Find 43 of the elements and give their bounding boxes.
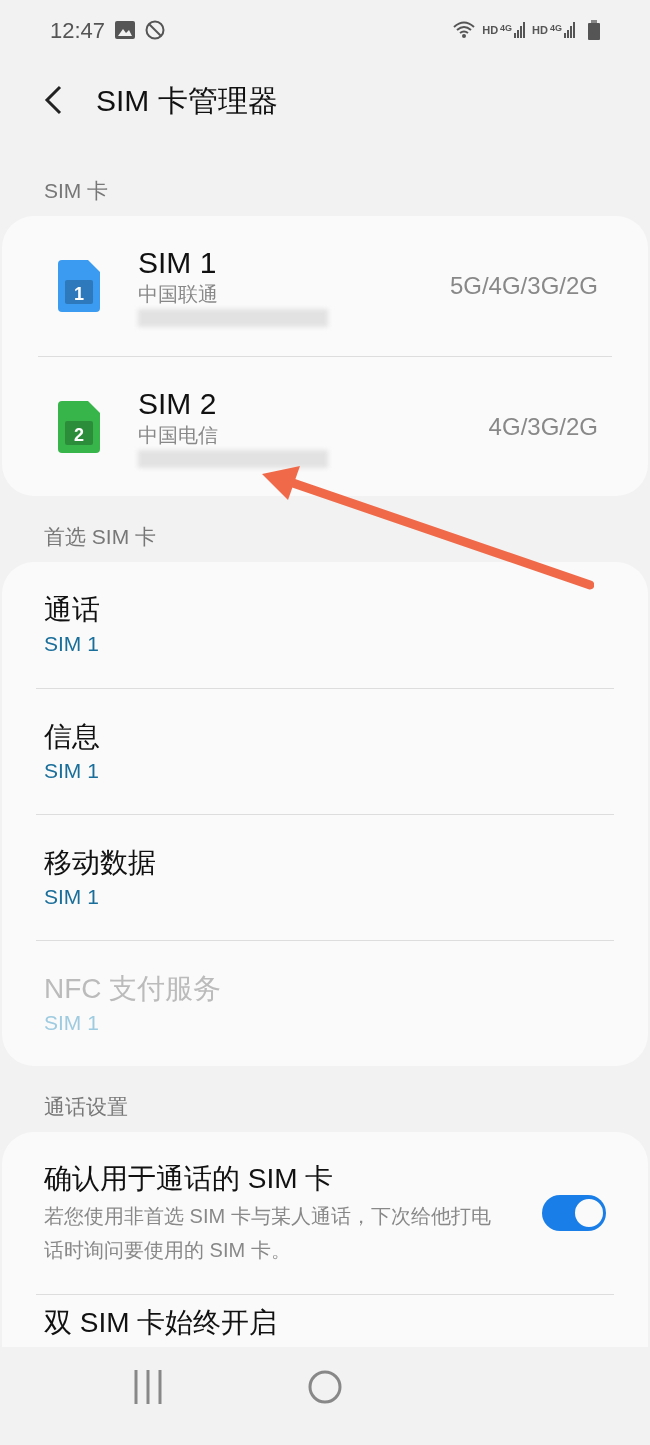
preference-value: SIM 1 [44, 883, 100, 910]
sim-card-icon: 2 [58, 400, 100, 453]
home-icon[interactable] [308, 1370, 342, 1404]
preference-value: SIM 1 [44, 757, 100, 784]
section-heading: SIM 卡 [44, 177, 109, 204]
sim-card-icon: 1 [58, 260, 100, 312]
toggle-switch[interactable] [542, 1195, 606, 1231]
preference-label: 移动数据 [44, 845, 157, 880]
sim-name: SIM 2 [138, 385, 218, 422]
hd-label: HD [482, 22, 499, 38]
wifi-icon [452, 20, 477, 40]
preference-value: SIM 1 [44, 631, 100, 657]
sim-card-row[interactable]: 1 SIM 1 中国联通 5G/4G/3G/2G [38, 216, 612, 356]
network-label: 4G [550, 21, 562, 35]
setting-title: 双 SIM 卡始终开启 [44, 1306, 279, 1340]
sim-name: SIM 1 [138, 245, 218, 281]
carrier-name: 中国联通 [138, 282, 219, 307]
back-icon[interactable] [44, 85, 62, 115]
network-types: 5G/4G/3G/2G [449, 271, 599, 301]
network-label: 4G [500, 21, 513, 35]
section-heading: 通话设置 [44, 1093, 128, 1120]
sim-card-row[interactable]: 2 SIM 2 中国电信 4G/3G/2G [38, 356, 612, 496]
setting-description: 若您使用非首选 SIM 卡与某人通话，下次给他打电话时询问要使用的 SIM 卡。 [44, 1204, 492, 1263]
network-types: 4G/3G/2G [488, 411, 599, 442]
signal-icon [514, 22, 527, 39]
preference-label: 通话 [44, 593, 101, 627]
preference-label: 信息 [44, 719, 101, 754]
preference-label: NFC 支付服务 [44, 971, 223, 1006]
status-time: 12:47 [50, 16, 106, 45]
setting-title: 确认用于通话的 SIM 卡 [44, 1162, 335, 1196]
recent-apps-icon[interactable] [132, 1370, 163, 1404]
preference-row[interactable]: 通话 SIM 1 [36, 562, 614, 688]
preference-row[interactable]: 信息 SIM 1 [36, 688, 614, 814]
setting-row[interactable]: 确认用于通话的 SIM 卡 若您使用非首选 SIM 卡与某人通话，下次给他打电话时询问要使用的 SIM 卡。 [36, 1132, 614, 1294]
hd-label: HD [532, 22, 548, 38]
image-icon [115, 21, 136, 39]
preference-value: SIM 1 [44, 1009, 100, 1036]
signal-icon [564, 22, 576, 39]
preference-row[interactable]: 移动数据 SIM 1 [36, 814, 614, 940]
battery-icon [588, 20, 600, 40]
section-heading: 首选 SIM 卡 [44, 523, 156, 550]
page-title: SIM 卡管理器 [96, 82, 278, 119]
carrier-name: 中国电信 [138, 422, 219, 448]
